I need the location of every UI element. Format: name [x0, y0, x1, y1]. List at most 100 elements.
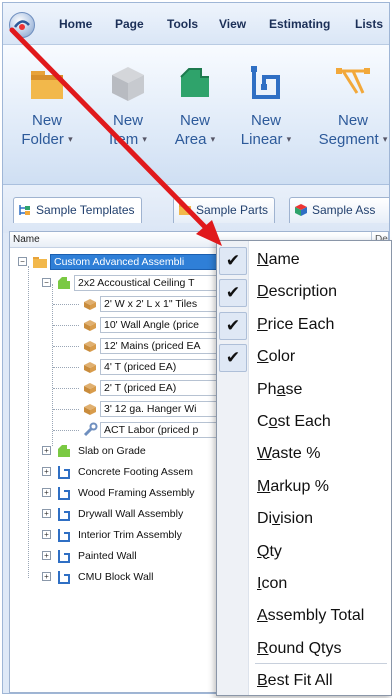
new-item-label-2: Item: [109, 131, 139, 148]
collapse-toggle[interactable]: −: [18, 257, 27, 266]
menu-bar: Home Page Tools View Estimating Lists: [3, 3, 389, 45]
menu-item-label: Markup %: [257, 478, 329, 496]
menu-item-label: Phase: [257, 381, 302, 399]
menu-item[interactable]: Qty: [217, 537, 391, 569]
menu-item[interactable]: ✔ Color: [217, 342, 391, 374]
menu-item-label: Price Each: [257, 316, 334, 334]
chevron-down-icon: ▾: [142, 134, 147, 144]
menu-item[interactable]: Markup %: [217, 472, 391, 504]
new-segment-button[interactable]: New Segment ▾: [313, 63, 389, 149]
linear-icon: [246, 63, 286, 103]
new-linear-button[interactable]: New Linear ▾: [233, 63, 299, 149]
access-key: Q: [257, 542, 270, 560]
chevron-down-icon: ▾: [382, 134, 388, 144]
tab-label: Sample Parts: [196, 203, 269, 217]
menu-item[interactable]: ✔ Description: [217, 277, 391, 309]
new-segment-label-2: Segment: [318, 131, 379, 148]
menu-separator: [255, 663, 387, 665]
folder-icon: [32, 254, 48, 270]
access-key: v: [272, 510, 281, 528]
label-suffix: ame: [268, 251, 300, 268]
menu-item[interactable]: Assembly Total: [217, 601, 391, 633]
new-item-label-1: New: [112, 112, 143, 129]
tab-sample-templates[interactable]: Sample Templates: [13, 197, 142, 223]
part-icon: [82, 338, 98, 354]
checkmark-icon: ✔: [219, 344, 247, 373]
menu-item[interactable]: Waste %: [217, 439, 391, 471]
menu-item[interactable]: Phase: [217, 375, 391, 407]
new-folder-label-2: Folder: [21, 131, 64, 148]
checkmark-icon: ✔: [219, 279, 247, 308]
access-key: D: [257, 283, 269, 301]
menu-item[interactable]: Cost Each: [217, 407, 391, 439]
expand-toggle[interactable]: +: [42, 572, 51, 581]
menu-item[interactable]: ✔ Name: [217, 245, 391, 277]
tree-connector: [53, 409, 79, 410]
linear-icon: [56, 527, 72, 543]
label-suffix: ssembly Total: [267, 607, 365, 625]
tree-row-label: Painted Wall: [74, 548, 220, 564]
area-icon: [56, 443, 72, 459]
tab-sample-assemblies[interactable]: Sample Ass: [289, 197, 389, 223]
tab-label: Sample Templates: [36, 203, 135, 217]
tree-connector: [53, 430, 79, 431]
assemblies-icon: [294, 201, 308, 216]
menu-lists[interactable]: Lists: [355, 17, 383, 31]
label-suffix: ty: [269, 542, 282, 560]
expand-toggle[interactable]: +: [42, 467, 51, 476]
menu-home[interactable]: Home: [59, 17, 92, 31]
tree-connector: [53, 325, 79, 326]
menu-item-label: Waste %: [257, 445, 320, 463]
menu-item-label: Icon: [257, 575, 287, 593]
segment-icon: [333, 63, 373, 103]
menu-item-label: Description: [257, 283, 337, 301]
menu-tools[interactable]: Tools: [167, 17, 198, 31]
wrench-icon: [82, 422, 98, 438]
app-menu-button[interactable]: [9, 12, 35, 38]
tab-strip: Sample Templates Sample Parts Sample Ass: [3, 185, 389, 233]
expand-toggle[interactable]: +: [42, 530, 51, 539]
menu-view[interactable]: View: [219, 17, 246, 31]
new-item-button[interactable]: New Item ▾: [99, 63, 157, 149]
access-key: N: [257, 251, 269, 268]
menu-item[interactable]: ✔ Price Each: [217, 310, 391, 342]
menu-item[interactable]: Best Fit All: [217, 666, 391, 698]
menu-item[interactable]: Round Qtys: [217, 634, 391, 666]
ribbon: New Folder ▾ New Item ▾ New Area ▾ New L…: [3, 45, 389, 185]
expand-toggle[interactable]: +: [42, 509, 51, 518]
access-key: C: [257, 348, 269, 366]
new-area-label-2: Area: [174, 131, 207, 148]
column-chooser-menu: ✔ Name ✔ Description ✔ Price Each ✔ Color Phase C…: [216, 240, 392, 696]
tab-label: Sample Ass: [312, 203, 376, 217]
menu-item-label: Qty: [257, 543, 282, 561]
tree-row-label: Slab on Grade: [74, 443, 220, 459]
menu-item[interactable]: Icon: [217, 569, 391, 601]
menu-item[interactable]: Division: [217, 504, 391, 536]
linear-icon: [56, 569, 72, 585]
collapse-toggle[interactable]: −: [42, 278, 51, 287]
new-area-button[interactable]: New Area ▾: [165, 63, 225, 149]
templates-icon: [18, 201, 32, 215]
expand-toggle[interactable]: +: [42, 488, 51, 497]
menu-item-label: Round Qtys: [257, 640, 342, 658]
chevron-down-icon: ▾: [68, 134, 73, 144]
menu-estimating[interactable]: Estimating: [269, 17, 330, 31]
tab-sample-parts[interactable]: Sample Parts: [173, 197, 276, 223]
label-suffix: rice Each: [267, 315, 335, 333]
part-icon: [82, 401, 98, 417]
label-prefix: Di: [257, 510, 273, 528]
checkmark-icon: ✔: [219, 311, 247, 340]
tree-row-label: 12' Mains (priced EA: [100, 338, 220, 354]
menu-page[interactable]: Page: [115, 17, 144, 31]
column-header-name[interactable]: Name: [13, 232, 40, 247]
tree-row-label: 2x2 Accoustical Ceiling T: [74, 275, 220, 291]
tree-row-label: Wood Framing Assembly: [74, 485, 220, 501]
chevron-down-icon: ▾: [210, 134, 216, 144]
new-folder-button[interactable]: New Folder ▾: [17, 63, 77, 149]
menu-item-label: Cost Each: [257, 413, 331, 431]
expand-toggle[interactable]: +: [42, 551, 51, 560]
label-prefix: Ph: [257, 380, 277, 398]
label-suffix: aste %: [271, 445, 321, 463]
expand-toggle[interactable]: +: [42, 446, 51, 455]
tree-row-label: 2' W x 2' L x 1" Tiles: [100, 296, 220, 312]
